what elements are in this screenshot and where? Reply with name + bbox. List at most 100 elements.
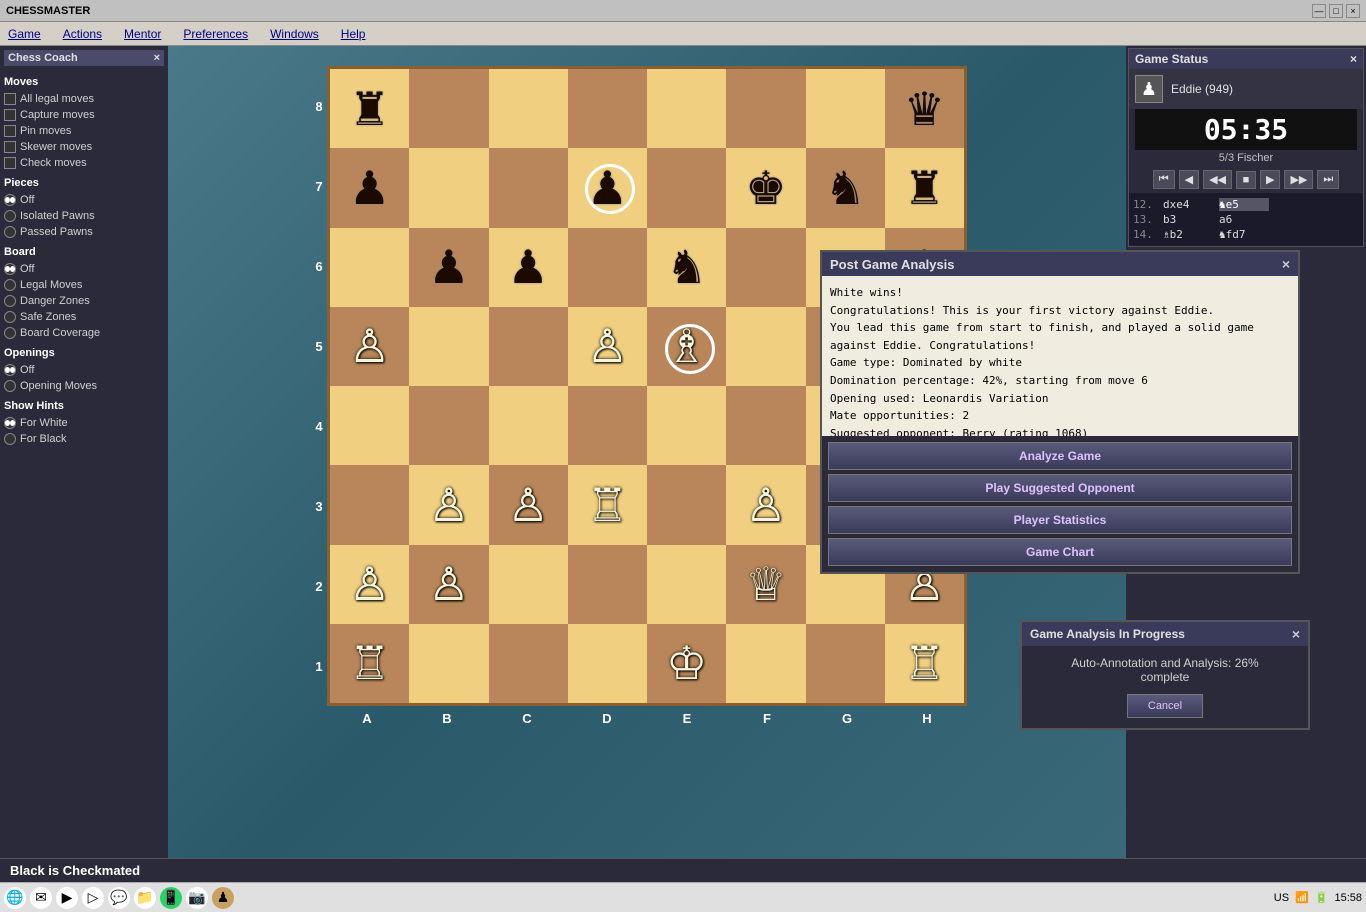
minimize-button[interactable]: — xyxy=(1312,4,1326,18)
board-square[interactable] xyxy=(726,307,805,386)
radio-board-off[interactable]: Off xyxy=(4,263,164,275)
maximize-button[interactable]: □ xyxy=(1329,4,1343,18)
player-statistics-button[interactable]: Player Statistics xyxy=(828,506,1292,534)
menu-mentor[interactable]: Mentor xyxy=(120,25,165,43)
radio-danger-zones[interactable]: Danger Zones xyxy=(4,295,164,307)
board-square[interactable] xyxy=(568,228,647,307)
board-square[interactable]: ♟ xyxy=(489,228,568,307)
radio-isolated-pawns[interactable]: Isolated Pawns xyxy=(4,210,164,222)
menu-windows[interactable]: Windows xyxy=(266,25,323,43)
radio-for-black[interactable]: For Black xyxy=(4,433,164,445)
board-square[interactable]: ♙ xyxy=(726,465,805,544)
ctrl-prev[interactable]: ◀ xyxy=(1179,170,1199,189)
board-square[interactable]: ♖ xyxy=(885,624,964,703)
checkbox-pin[interactable]: Pin moves xyxy=(4,125,164,137)
board-square[interactable]: ♙ xyxy=(330,545,409,624)
board-square[interactable] xyxy=(330,465,409,544)
board-square[interactable] xyxy=(647,69,726,148)
board-square[interactable] xyxy=(330,386,409,465)
radio-passed-pawns[interactable]: Passed Pawns xyxy=(4,226,164,238)
board-square[interactable] xyxy=(409,307,488,386)
board-square[interactable] xyxy=(726,386,805,465)
board-square[interactable]: ♔ xyxy=(647,624,726,703)
board-square[interactable]: ♜ xyxy=(330,69,409,148)
board-square[interactable] xyxy=(647,386,726,465)
board-square[interactable] xyxy=(568,624,647,703)
board-square[interactable]: ♟ xyxy=(330,148,409,227)
board-square[interactable]: ♟ xyxy=(568,148,647,227)
board-square[interactable]: ♖ xyxy=(568,465,647,544)
radio-board-coverage[interactable]: Board Coverage xyxy=(4,327,164,339)
ctrl-stop[interactable]: ■ xyxy=(1236,171,1256,189)
board-square[interactable]: ♙ xyxy=(568,307,647,386)
board-square[interactable]: ♛ xyxy=(885,69,964,148)
board-square[interactable] xyxy=(409,386,488,465)
board-square[interactable]: ♙ xyxy=(409,545,488,624)
play-store-icon[interactable]: ▷ xyxy=(82,887,104,909)
ctrl-play[interactable]: ▶ xyxy=(1260,170,1280,189)
files-icon[interactable]: 📁 xyxy=(134,887,156,909)
cancel-button[interactable]: Cancel xyxy=(1127,694,1203,718)
board-square[interactable]: ♙ xyxy=(489,465,568,544)
ctrl-first[interactable]: ⏮ xyxy=(1153,170,1175,189)
progress-close[interactable]: × xyxy=(1292,626,1300,642)
radio-openings-off[interactable]: Off xyxy=(4,364,164,376)
board-square[interactable] xyxy=(330,228,409,307)
radio-safe-zones[interactable]: Safe Zones xyxy=(4,311,164,323)
board-square[interactable] xyxy=(647,545,726,624)
checkbox-check[interactable]: Check moves xyxy=(4,157,164,169)
play-suggested-button[interactable]: Play Suggested Opponent xyxy=(828,474,1292,502)
camera-icon[interactable]: 📷 xyxy=(186,887,208,909)
messages-icon[interactable]: 💬 xyxy=(108,887,130,909)
menu-preferences[interactable]: Preferences xyxy=(179,25,252,43)
radio-opening-moves[interactable]: Opening Moves xyxy=(4,380,164,392)
game-status-close[interactable]: × xyxy=(1350,52,1357,66)
board-square[interactable] xyxy=(409,624,488,703)
ctrl-back[interactable]: ◀◀ xyxy=(1203,170,1232,189)
board-square[interactable] xyxy=(489,307,568,386)
gmail-icon[interactable]: ✉ xyxy=(30,887,52,909)
menu-help[interactable]: Help xyxy=(337,25,370,43)
radio-pieces-off[interactable]: Off xyxy=(4,194,164,206)
game-chart-button[interactable]: Game Chart xyxy=(828,538,1292,566)
menu-actions[interactable]: Actions xyxy=(59,25,106,43)
board-square[interactable] xyxy=(726,69,805,148)
board-square[interactable]: ♜ xyxy=(885,148,964,227)
board-square[interactable]: ♗ xyxy=(647,307,726,386)
board-square[interactable]: ♞ xyxy=(806,148,885,227)
board-square[interactable] xyxy=(489,386,568,465)
board-square[interactable]: ♞ xyxy=(647,228,726,307)
menu-game[interactable]: Game xyxy=(4,25,45,43)
analyze-game-button[interactable]: Analyze Game xyxy=(828,442,1292,470)
board-square[interactable] xyxy=(489,545,568,624)
whatsapp-icon[interactable]: 📱 xyxy=(160,887,182,909)
checkbox-skewer[interactable]: Skewer moves xyxy=(4,141,164,153)
board-square[interactable] xyxy=(489,148,568,227)
ctrl-last[interactable]: ⏭ xyxy=(1317,170,1339,189)
board-square[interactable]: ♟ xyxy=(409,228,488,307)
checkbox-all-legal[interactable]: All legal moves xyxy=(4,93,164,105)
checkbox-capture[interactable]: Capture moves xyxy=(4,109,164,121)
board-square[interactable] xyxy=(489,624,568,703)
ctrl-forward[interactable]: ▶▶ xyxy=(1284,170,1313,189)
chess-coach-close[interactable]: × xyxy=(154,52,160,64)
board-square[interactable] xyxy=(647,148,726,227)
youtube-icon[interactable]: ▶ xyxy=(56,887,78,909)
board-square[interactable]: ♚ xyxy=(726,148,805,227)
close-button[interactable]: × xyxy=(1346,4,1360,18)
post-game-close[interactable]: × xyxy=(1282,256,1290,272)
board-square[interactable] xyxy=(568,69,647,148)
board-square[interactable] xyxy=(806,624,885,703)
chrome-icon[interactable]: 🌐 xyxy=(4,887,26,909)
board-square[interactable] xyxy=(489,69,568,148)
board-square[interactable]: ♙ xyxy=(409,465,488,544)
board-square[interactable] xyxy=(726,624,805,703)
board-square[interactable]: ♖ xyxy=(330,624,409,703)
board-square[interactable] xyxy=(409,148,488,227)
board-square[interactable] xyxy=(647,465,726,544)
board-square[interactable] xyxy=(568,386,647,465)
radio-for-white[interactable]: For White xyxy=(4,417,164,429)
board-square[interactable] xyxy=(726,228,805,307)
board-square[interactable]: ♕ xyxy=(726,545,805,624)
board-square[interactable] xyxy=(568,545,647,624)
